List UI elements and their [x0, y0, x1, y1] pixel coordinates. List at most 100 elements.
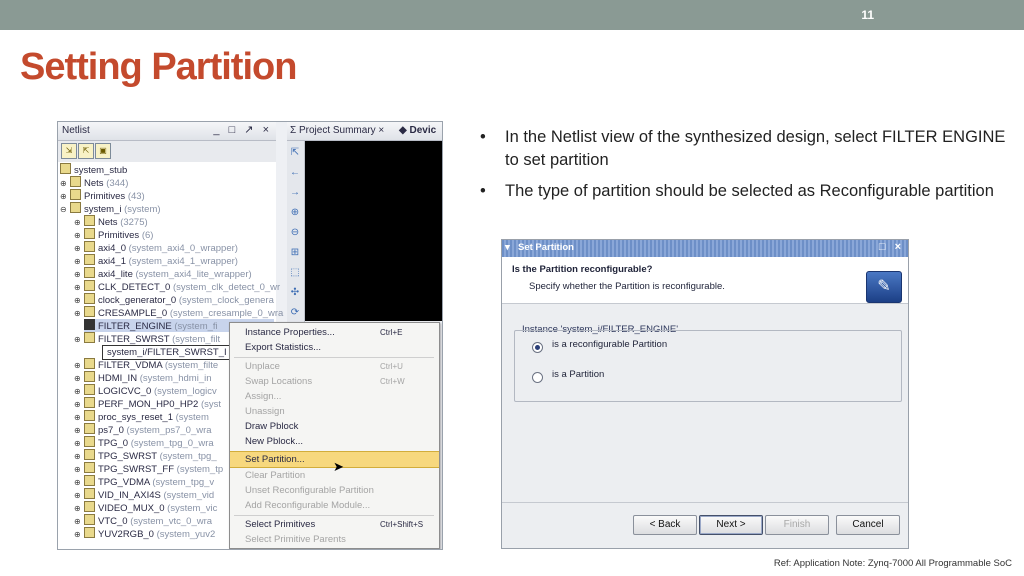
- route-icon[interactable]: ✣: [289, 287, 301, 299]
- tree-item[interactable]: ⊕ TPG_0 (system_tpg_0_wra: [74, 436, 214, 449]
- menu-item-assign[interactable]: Assign...: [230, 389, 439, 404]
- module-icon: [84, 501, 95, 512]
- dialog-header: Is the Partition reconfigurable? Specify…: [502, 257, 908, 304]
- tree-item[interactable]: ⊕ FILTER_SWRST (system_filt: [74, 332, 220, 345]
- menu-item-swap-locations[interactable]: Swap Locations Ctrl+W: [230, 374, 439, 389]
- tree-item[interactable]: ⊕ HDMI_IN (system_hdmi_in: [74, 371, 212, 384]
- finish-button[interactable]: Finish: [765, 515, 829, 535]
- module-icon: [84, 254, 95, 265]
- netlist-screenshot: Netlist _ □ ↗ × ⇲ ⇱ ▣ system_stub ⊕ Nets …: [57, 121, 443, 550]
- expand-icon[interactable]: ⊕: [74, 528, 84, 541]
- bullet-item: The type of partition should be selected…: [480, 180, 1010, 203]
- back-arrow-icon[interactable]: ←: [289, 167, 301, 179]
- slide-title: Setting Partition: [20, 46, 297, 88]
- cancel-button[interactable]: Cancel: [836, 515, 900, 535]
- radio-label: is a Partition: [552, 369, 605, 380]
- tree-item[interactable]: ⊕ ps7_0 (system_ps7_0_wra: [74, 423, 212, 436]
- module-icon: [84, 423, 95, 434]
- module-icon: [84, 332, 95, 343]
- forward-arrow-icon[interactable]: →: [289, 187, 301, 199]
- tree-item[interactable]: ⊕ LOGICVC_0 (system_logicv: [74, 384, 217, 397]
- menu-separator: [234, 357, 434, 358]
- tab-device[interactable]: ◆ Devic: [399, 125, 436, 136]
- tree-item[interactable]: ⊕ TPG_SWRST (system_tpg_: [74, 449, 217, 462]
- mouse-cursor-icon: ➤: [333, 459, 344, 474]
- tree-item[interactable]: ⊕ PERF_MON_HP0_HP2 (syst: [74, 397, 221, 410]
- dialog-titlebar: ▾ Set Partition □ ×: [502, 240, 908, 257]
- chevron-down-icon[interactable]: ▾: [505, 242, 510, 253]
- tab-project-summary[interactable]: Σ Project Summary ×: [290, 125, 384, 136]
- context-menu: Instance Properties... Ctrl+E Export Stat…: [229, 322, 440, 549]
- collapse-icon[interactable]: ⊖: [60, 203, 70, 216]
- window-controls[interactable]: _ □ ↗ ×: [213, 123, 272, 136]
- back-button[interactable]: < Back: [633, 515, 697, 535]
- window-controls[interactable]: □ ×: [879, 241, 904, 253]
- tree-item[interactable]: ⊕ YUV2RGB_0 (system_yuv2: [74, 527, 215, 540]
- slide-number: 11: [861, 8, 874, 22]
- tree-item[interactable]: ⊕ axi4_lite (system_axi4_lite_wrapper): [74, 267, 252, 280]
- tree-item[interactable]: ⊕ VID_IN_AXI4S (system_vid: [74, 488, 214, 501]
- tree-item[interactable]: ⊕ Primitives (6): [74, 228, 153, 241]
- tree-item[interactable]: ⊕ CLK_DETECT_0 (system_clk_detect_0_wr: [74, 280, 280, 293]
- zoom-in-icon[interactable]: ⊕: [289, 207, 301, 219]
- tree-item[interactable]: ⊕ Nets (344): [60, 176, 128, 189]
- module-icon: [84, 241, 95, 252]
- netlist-header: Netlist _ □ ↗ ×: [58, 122, 276, 141]
- module-icon: [84, 397, 95, 408]
- fit-icon[interactable]: ⇱: [289, 147, 301, 159]
- tree-item[interactable]: ⊕ proc_sys_reset_1 (system: [74, 410, 209, 423]
- tree-item[interactable]: ⊕ FILTER_VDMA (system_filte: [74, 358, 218, 371]
- radio-reconfigurable-partition[interactable]: [532, 342, 543, 353]
- module-icon: [84, 488, 95, 499]
- tree-item[interactable]: ⊕ TPG_SWRST_FF (system_tp: [74, 462, 223, 475]
- module-icon: [84, 449, 95, 460]
- menu-item-unassign[interactable]: Unassign: [230, 404, 439, 419]
- menu-item-unset-reconfigurable-partition[interactable]: Unset Reconfigurable Partition: [230, 483, 439, 498]
- menu-item-select-primitives[interactable]: Select Primitives Ctrl+Shift+S: [230, 517, 439, 532]
- tree-item[interactable]: ⊕ axi4_1 (system_axi4_1_wrapper): [74, 254, 238, 267]
- tree-item[interactable]: ⊕ axi4_0 (system_axi4_0_wrapper): [74, 241, 238, 254]
- module-icon: [70, 202, 81, 213]
- bullet-list: In the Netlist view of the synthesized d…: [480, 126, 1010, 211]
- menu-item-export-statistics[interactable]: Export Statistics...: [230, 340, 439, 355]
- module-icon: [84, 358, 95, 369]
- select-area-icon[interactable]: ⬚: [289, 267, 301, 279]
- tree-item[interactable]: ⊕ VIDEO_MUX_0 (system_vic: [74, 501, 217, 514]
- expand-icon[interactable]: ⊕: [74, 307, 84, 320]
- folder-icon: [84, 215, 95, 226]
- menu-item-new-pblock[interactable]: New Pblock...: [230, 434, 439, 449]
- menu-item-unplace[interactable]: Unplace Ctrl+U: [230, 359, 439, 374]
- tree-item[interactable]: ⊕ TPG_VDMA (system_tpg_v: [74, 475, 214, 488]
- collapse-icon[interactable]: ⇲: [61, 143, 77, 159]
- menu-separator: [234, 515, 434, 516]
- module-icon: [84, 319, 95, 330]
- next-button[interactable]: Next >: [699, 515, 763, 535]
- tree-item[interactable]: ⊕ clock_generator_0 (system_clock_genera: [74, 293, 274, 306]
- menu-item-instance-properties[interactable]: Instance Properties... Ctrl+E: [230, 325, 439, 340]
- tree-item[interactable]: ⊖ system_i (system): [60, 202, 161, 215]
- menu-item-add-reconfigurable-module[interactable]: Add Reconfigurable Module...: [230, 498, 439, 513]
- select-icon[interactable]: ▣: [95, 143, 111, 159]
- module-icon: [84, 371, 95, 382]
- instance-group: is a reconfigurable Partition is a Parti…: [514, 330, 902, 402]
- expand-icon[interactable]: ⊕: [74, 333, 84, 346]
- expand-icon[interactable]: ⇱: [78, 143, 94, 159]
- menu-item-draw-pblock[interactable]: Draw Pblock: [230, 419, 439, 434]
- dialog-footer-divider: [502, 502, 908, 503]
- module-icon: [84, 462, 95, 473]
- tree-item[interactable]: ⊕ Primitives (43): [60, 189, 145, 202]
- radio-label: is a reconfigurable Partition: [552, 339, 668, 350]
- refresh-icon[interactable]: ⟳: [289, 307, 301, 319]
- zoom-out-icon[interactable]: ⊖: [289, 227, 301, 239]
- reference-note: Ref: Application Note: Zynq-7000 All Pro…: [773, 558, 1012, 569]
- wizard-icon: ✎: [866, 271, 902, 303]
- zoom-fit-icon[interactable]: ⊞: [289, 247, 301, 259]
- menu-item-select-primitive-parents[interactable]: Select Primitive Parents: [230, 532, 439, 547]
- tree-item[interactable]: ⊕ VTC_0 (system_vtc_0_wra: [74, 514, 212, 527]
- module-icon: [84, 267, 95, 278]
- tree-item[interactable]: system_stub: [60, 163, 127, 176]
- dialog-title: Set Partition: [518, 242, 574, 253]
- tree-item[interactable]: ⊕ CRESAMPLE_0 (system_cresample_0_wra: [74, 306, 283, 319]
- radio-partition[interactable]: [532, 372, 543, 383]
- tree-item[interactable]: ⊕ Nets (3275): [74, 215, 148, 228]
